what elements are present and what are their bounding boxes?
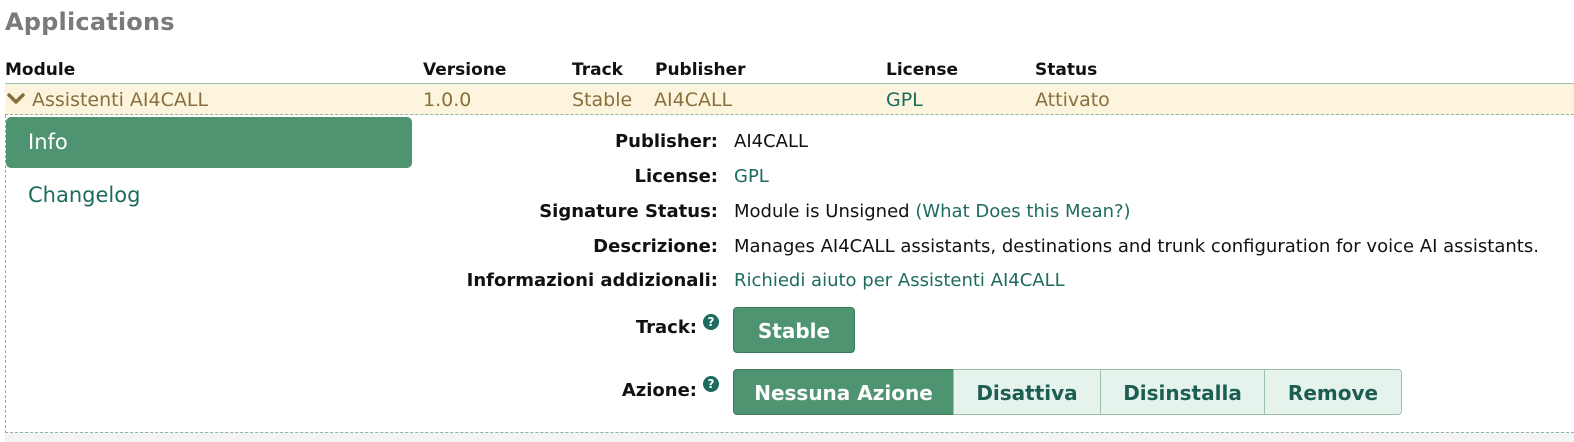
track-label: Track:: [635, 317, 697, 338]
publisher-value: AI4CALL: [734, 131, 809, 152]
signature-info-link[interactable]: (What Does this Mean?): [915, 201, 1130, 222]
track-stable-button[interactable]: Stable: [733, 307, 855, 353]
module-publisher: AI4CALL: [654, 89, 733, 111]
details-panel-bottom: [5, 432, 1574, 442]
remove-button[interactable]: Remove: [1264, 369, 1402, 415]
module-track: Stable: [572, 89, 633, 111]
help-request-link[interactable]: Richiedi aiuto per Assistenti AI4CALL: [734, 270, 1065, 291]
tab-info[interactable]: Info: [6, 117, 412, 168]
chevron-down-icon[interactable]: [7, 93, 25, 105]
description-value: Manages AI4CALL assistants, destinations…: [734, 236, 1539, 257]
column-header-publisher: Publisher: [655, 60, 746, 80]
uninstall-button[interactable]: Disinstalla: [1100, 369, 1265, 415]
column-header-module: Module: [5, 60, 76, 80]
signature-status-value: Module is Unsigned (What Does this Mean?…: [734, 201, 1131, 222]
description-label: Descrizione:: [593, 236, 718, 257]
module-version: 1.0.0: [423, 89, 472, 111]
module-license-link[interactable]: GPL: [886, 89, 923, 111]
no-action-button[interactable]: Nessuna Azione: [733, 369, 954, 415]
track-help-icon[interactable]: ?: [703, 314, 719, 330]
license-label: License:: [634, 166, 718, 187]
column-header-status: Status: [1035, 60, 1098, 80]
module-status: Attivato: [1035, 89, 1110, 111]
signature-status-text: Module is Unsigned: [734, 201, 910, 222]
additional-info-label: Informazioni addizionali:: [466, 270, 718, 291]
publisher-label: Publisher:: [614, 131, 718, 152]
module-name[interactable]: Assistenti AI4CALL: [32, 89, 208, 111]
tab-changelog[interactable]: Changelog: [28, 183, 140, 207]
signature-status-label: Signature Status:: [539, 201, 718, 222]
license-link[interactable]: GPL: [734, 166, 769, 187]
disable-button[interactable]: Disattiva: [953, 369, 1101, 415]
action-help-icon[interactable]: ?: [703, 376, 719, 392]
column-header-license: License: [886, 60, 959, 80]
column-header-version: Versione: [423, 60, 507, 80]
column-header-track: Track: [572, 60, 623, 80]
page-title: Applications: [5, 8, 175, 36]
module-row[interactable]: Assistenti AI4CALL 1.0.0 Stable AI4CALL …: [5, 83, 1574, 115]
action-label: Azione:: [621, 380, 697, 401]
